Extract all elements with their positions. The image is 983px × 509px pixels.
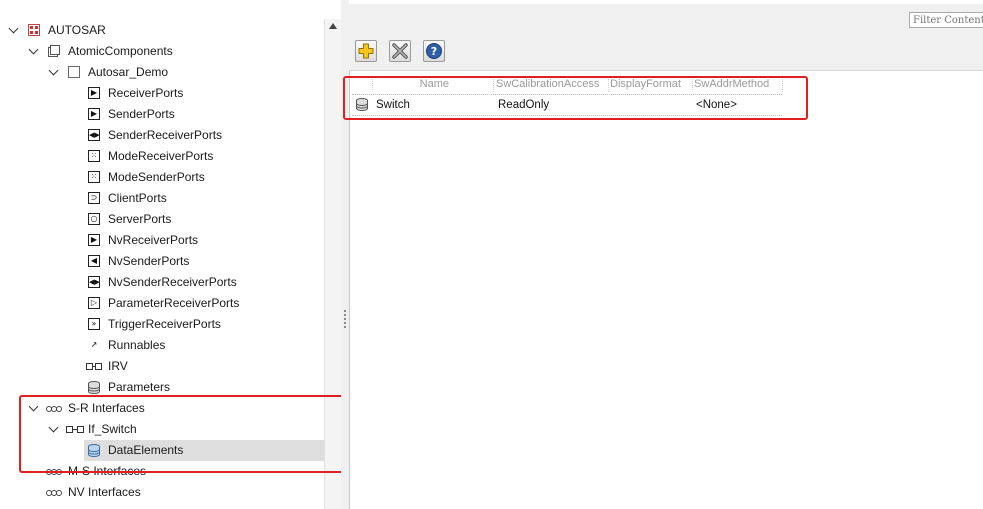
tree-item-label: NvSenderReceiverPorts	[108, 275, 237, 289]
tree-item-label: AtomicComponents	[68, 44, 173, 58]
tree-item-nv-sender-ports[interactable]: ◀ NvSenderPorts	[0, 251, 326, 272]
data-elements-table: Name SwCalibrationAccess DisplayFormat S…	[349, 71, 983, 509]
tree-item-mode-sender-ports[interactable]: ⁙ ModeSenderPorts	[0, 167, 326, 188]
tree-item-runnables[interactable]: ↗ Runnables	[0, 335, 326, 356]
tree-item-label: ClientPorts	[108, 191, 167, 205]
tree-item-label: NvReceiverPorts	[108, 233, 199, 247]
help-icon: ?	[426, 43, 442, 59]
tree-item-server-ports[interactable]: ○ ServerPorts	[0, 209, 326, 230]
filter-bar	[349, 4, 983, 36]
tree-item-autosar[interactable]: AUTOSAR	[0, 20, 326, 41]
toolbar: ?	[349, 36, 983, 71]
nv-sender-port-icon: ◀	[88, 255, 100, 267]
splitter-grip-icon[interactable]	[344, 310, 346, 330]
nv-receiver-port-icon: ▶	[88, 234, 100, 246]
tree-item-atomic-components[interactable]: AtomicComponents	[0, 41, 326, 62]
trigger-receiver-port-icon: »	[88, 318, 100, 330]
scroll-up-icon[interactable]	[329, 23, 337, 29]
tree-item-sender-ports[interactable]: ▶ SenderPorts	[0, 104, 326, 125]
mode-sender-port-icon: ⁙	[88, 171, 100, 183]
svg-text:?: ?	[431, 45, 437, 58]
tree-item-label: NV Interfaces	[68, 485, 141, 499]
tree-item-label: IRV	[108, 359, 128, 373]
filter-input[interactable]	[909, 12, 983, 28]
tree-item-sender-receiver-ports[interactable]: ◀▶ SenderReceiverPorts	[0, 125, 326, 146]
sender-port-icon: ▶	[88, 108, 100, 120]
tree-item-label: ParameterReceiverPorts	[108, 296, 240, 310]
delete-icon	[392, 43, 408, 59]
interface-icon	[46, 490, 62, 496]
parameter-receiver-port-icon: ▷	[88, 297, 100, 309]
tree-item-label: ModeReceiverPorts	[108, 149, 214, 163]
tree-item-label: SenderReceiverPorts	[108, 128, 223, 142]
irv-icon	[86, 363, 102, 370]
sender-receiver-port-icon: ◀▶	[88, 129, 100, 141]
tree-item-label: Autosar_Demo	[88, 65, 169, 79]
tree-item-label: ModeSenderPorts	[108, 170, 205, 184]
help-button[interactable]: ?	[423, 40, 445, 62]
tree-item-label: ReceiverPorts	[108, 86, 184, 100]
tree-item-label: NvSenderPorts	[108, 254, 190, 268]
highlight-box-table	[343, 76, 808, 120]
receiver-port-icon: ▶	[88, 87, 100, 99]
tree-item-label: ServerPorts	[108, 212, 172, 226]
chevron-down-icon[interactable]	[28, 44, 39, 55]
tree-item-receiver-ports[interactable]: ▶ ReceiverPorts	[0, 83, 326, 104]
add-icon	[358, 43, 374, 59]
tree-item-nv-interfaces[interactable]: NV Interfaces	[0, 482, 326, 503]
chevron-down-icon[interactable]	[8, 23, 19, 34]
highlight-box-tree	[19, 395, 341, 473]
autosar-root-icon	[28, 24, 40, 36]
tree-item-nv-sender-receiver-ports[interactable]: ◀▶ NvSenderReceiverPorts	[0, 272, 326, 293]
tree-item-label: TriggerReceiverPorts	[108, 317, 221, 331]
chevron-down-icon[interactable]	[48, 65, 59, 76]
server-port-icon: ○	[88, 213, 100, 225]
tree-item-mode-receiver-ports[interactable]: ⁙ ModeReceiverPorts	[0, 146, 326, 167]
client-port-icon: ⊃	[88, 192, 100, 204]
tree-item-label: AUTOSAR	[48, 23, 106, 37]
tree-pane: AUTOSAR AtomicComponents Autosar_Demo ▶ …	[0, 0, 342, 509]
nv-sender-receiver-port-icon: ◀▶	[88, 276, 100, 288]
tree-item-trigger-receiver-ports[interactable]: » TriggerReceiverPorts	[0, 314, 326, 335]
tree-item-label: SenderPorts	[108, 107, 175, 121]
folder-icon	[48, 45, 60, 57]
tree-item-parameter-receiver-ports[interactable]: ▷ ParameterReceiverPorts	[0, 293, 326, 314]
delete-button[interactable]	[389, 40, 411, 62]
add-button[interactable]	[355, 40, 377, 62]
mode-receiver-port-icon: ⁙	[88, 150, 100, 162]
tree-item-client-ports[interactable]: ⊃ ClientPorts	[0, 188, 326, 209]
content-pane: ? Name SwCalibrationAccess DisplayFormat…	[343, 0, 983, 509]
database-icon	[88, 381, 100, 394]
tree-item-nv-receiver-ports[interactable]: ▶ NvReceiverPorts	[0, 230, 326, 251]
tree-item-irv[interactable]: IRV	[0, 356, 326, 377]
tree-item-label: Runnables	[108, 338, 166, 352]
tree-item-autosar-demo[interactable]: Autosar_Demo	[0, 62, 326, 83]
runnable-icon: ↗	[88, 339, 100, 351]
component-icon	[68, 66, 80, 78]
